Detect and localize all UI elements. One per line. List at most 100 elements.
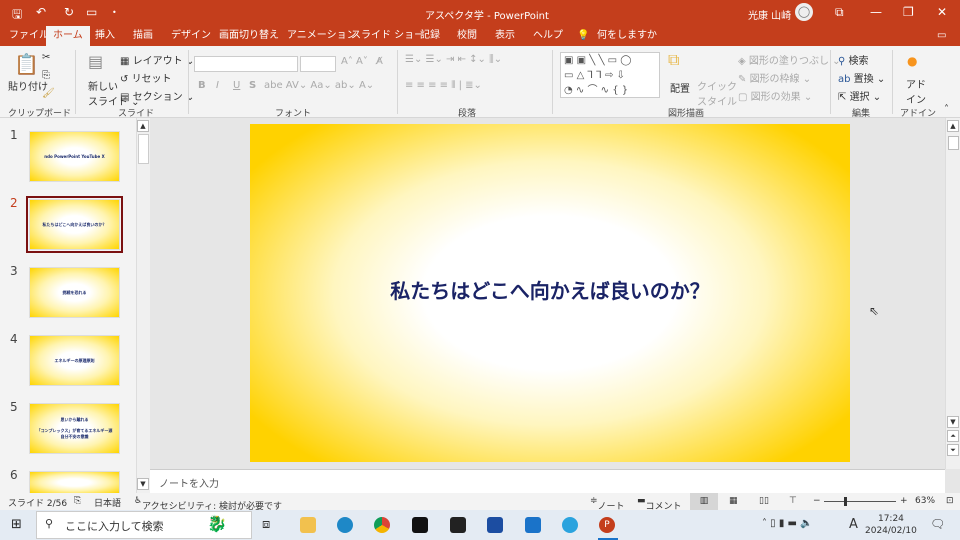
scrollbar-thumb[interactable]: [138, 134, 149, 164]
microsoft-store-icon[interactable]: [487, 517, 503, 533]
reset-button[interactable]: ↺ リセット: [120, 70, 172, 85]
ime-indicator[interactable]: A: [849, 517, 858, 532]
close-button[interactable]: ✕: [937, 5, 947, 19]
zoom-level[interactable]: 63%: [915, 496, 935, 506]
font-name-input[interactable]: [194, 56, 298, 72]
slide-canvas[interactable]: 私たちはどこへ向かえば良いのか？: [250, 124, 850, 462]
notes-button[interactable]: ≑ ノート: [590, 496, 625, 512]
scroll-down-button[interactable]: ▼: [947, 416, 959, 428]
edge-icon[interactable]: [337, 517, 353, 533]
previous-slide-button[interactable]: ⏶: [947, 430, 959, 442]
shape-effects-button[interactable]: ▢ 図形の効果 ⌄: [738, 88, 812, 103]
reading-view-button[interactable]: ▯▯: [759, 496, 769, 506]
scrollbar-thumb[interactable]: [948, 136, 959, 150]
cloud-app-icon[interactable]: [450, 517, 466, 533]
zoom-slider[interactable]: [824, 501, 896, 502]
bold-button[interactable]: B: [198, 80, 206, 91]
slide-scrollbar[interactable]: ▲ ▼ ⏶ ⏷: [945, 118, 960, 469]
clock[interactable]: 17:24 2024/02/10: [865, 513, 917, 537]
restore-button[interactable]: ❐: [903, 5, 914, 19]
clear-format-icon[interactable]: A̸: [376, 56, 383, 67]
slide-thumbnail[interactable]: ndo PowerPoint YouTube X: [29, 131, 120, 182]
file-explorer-icon[interactable]: [300, 517, 316, 533]
zoom-slider-thumb[interactable]: [844, 497, 848, 506]
arrange-icon[interactable]: ⧉: [668, 50, 679, 70]
scroll-up-button[interactable]: ▲: [947, 120, 959, 132]
cut-icon[interactable]: ✂: [42, 52, 50, 63]
tab-review[interactable]: 校閲: [450, 26, 484, 46]
tab-draw[interactable]: 描画: [126, 26, 160, 46]
telegram-icon[interactable]: [562, 517, 578, 533]
tab-record[interactable]: 記録: [413, 26, 447, 46]
chrome-icon[interactable]: [374, 517, 390, 533]
addins-button[interactable]: アド イン: [906, 76, 926, 106]
slide-thumbnail[interactable]: 思いから離れる 「コンプレックス」が育てるエネルギー源 自分不安の意識: [29, 403, 120, 454]
quick-styles-button[interactable]: クイック スタイル: [697, 78, 737, 108]
customize-quick-access-icon[interactable]: •: [112, 8, 117, 17]
slideshow-button[interactable]: ⊤: [789, 496, 797, 506]
powerpoint-taskbar-icon[interactable]: P: [599, 517, 615, 533]
save-icon[interactable]: 🖫: [12, 5, 22, 26]
notes-input[interactable]: ノートを入力: [150, 469, 945, 493]
underline-button[interactable]: U: [233, 80, 240, 91]
fit-to-window-icon[interactable]: ⊡: [946, 496, 954, 506]
screen-recorder-icon[interactable]: [412, 517, 428, 533]
tab-insert[interactable]: 挿入: [88, 26, 122, 46]
start-button[interactable]: ⊞: [11, 517, 22, 532]
thumbnail-scrollbar[interactable]: ▲ ▼: [136, 118, 150, 493]
layout-button[interactable]: ▦ レイアウト ⌄: [120, 52, 194, 67]
notification-center-icon[interactable]: 🗨: [930, 517, 945, 531]
mail-icon[interactable]: [525, 517, 541, 533]
slide-sorter-button[interactable]: ▦: [729, 496, 738, 506]
arrange-button[interactable]: 配置: [670, 80, 690, 95]
scroll-down-button[interactable]: ▼: [137, 478, 149, 490]
next-slide-button[interactable]: ⏷: [947, 444, 959, 456]
spellcheck-icon[interactable]: ⎘: [74, 496, 81, 506]
comments-button[interactable]: ▬ コメント: [637, 496, 682, 512]
slide-thumbnail-selected[interactable]: 私たちはどこへ向かえば良いのか？: [26, 196, 123, 253]
italic-button[interactable]: I: [216, 80, 219, 91]
more-font-options-icon[interactable]: abe AV⌄ Aa⌄ ab⌄ A⌄: [264, 80, 374, 91]
comments-pane-icon[interactable]: ▭: [930, 26, 953, 46]
task-view-icon[interactable]: ⧈: [262, 517, 270, 532]
format-painter-icon[interactable]: 🖌: [42, 88, 55, 99]
system-tray-icons[interactable]: ˄ ▯ ▮ ▬ 🔈: [762, 518, 813, 529]
avatar-icon[interactable]: ◯: [795, 3, 813, 21]
new-slide-icon[interactable]: ▤: [88, 52, 103, 71]
taskbar-search[interactable]: ⚲ ここに入力して検索 🐉: [36, 511, 252, 539]
shadow-button[interactable]: S: [249, 80, 256, 91]
addins-icon[interactable]: ●: [907, 54, 917, 68]
tab-design[interactable]: デザイン: [164, 26, 218, 46]
ribbon-display-options-icon[interactable]: ⧉: [835, 5, 844, 20]
font-size-input[interactable]: [300, 56, 336, 72]
shape-outline-button[interactable]: ✎ 図形の枠線 ⌄: [738, 70, 811, 85]
select-button[interactable]: ⇱ 選択 ⌄: [838, 88, 881, 103]
find-button[interactable]: ⚲ 検索: [838, 52, 869, 67]
slideshow-start-icon[interactable]: ▭: [86, 5, 97, 19]
tab-home[interactable]: ホーム: [46, 26, 90, 46]
tell-me-search[interactable]: 何をしますか: [590, 26, 664, 46]
tab-transitions[interactable]: 画面切り替え: [212, 26, 286, 46]
slide-thumbnail[interactable]: [29, 471, 120, 493]
bullets-icon[interactable]: ☰⌄ ☰⌄ ⇥ ⇤ ↕⌄ ⫼⌄: [405, 54, 502, 65]
shapes-gallery[interactable]: ▣ ▣ ╲ ╲ ▭ ◯ ▭ △ ⅂ ⅂ ⇨ ⇩ ◔ ∿ ⌒ ∿ { }: [560, 52, 660, 98]
slide-title[interactable]: 私たちはどこへ向かえば良いのか？: [390, 275, 709, 304]
language-indicator[interactable]: 日本語: [94, 496, 121, 509]
tab-help[interactable]: ヘルプ: [526, 26, 570, 46]
scroll-up-button[interactable]: ▲: [137, 120, 149, 132]
accessibility-status[interactable]: ♿ アクセシビリティ: 検討が必要です: [134, 496, 282, 512]
zoom-in-button[interactable]: +: [900, 496, 908, 506]
user-name[interactable]: 光康 山崎: [748, 7, 791, 22]
shape-fill-button[interactable]: ◈ 図形の塗りつぶし ⌄: [738, 52, 841, 67]
slide-thumbnail[interactable]: エネルギーの原理原則: [29, 335, 120, 386]
align-icons[interactable]: ≡ ≡ ≡ ≡ ⫴ | ≣⌄: [405, 80, 482, 91]
redo-icon[interactable]: ↻: [64, 5, 74, 19]
collapse-ribbon-icon[interactable]: ˄: [944, 104, 949, 115]
undo-icon[interactable]: ↶: [36, 5, 46, 19]
replace-button[interactable]: ab 置換 ⌄: [838, 70, 885, 85]
normal-view-button[interactable]: ▥: [690, 493, 718, 510]
slide-thumbnail[interactable]: 挑戦を恐れる: [29, 267, 120, 318]
zoom-out-button[interactable]: −: [813, 496, 821, 506]
section-button[interactable]: ▤ セクション ⌄: [120, 88, 194, 103]
tab-view[interactable]: 表示: [488, 26, 522, 46]
